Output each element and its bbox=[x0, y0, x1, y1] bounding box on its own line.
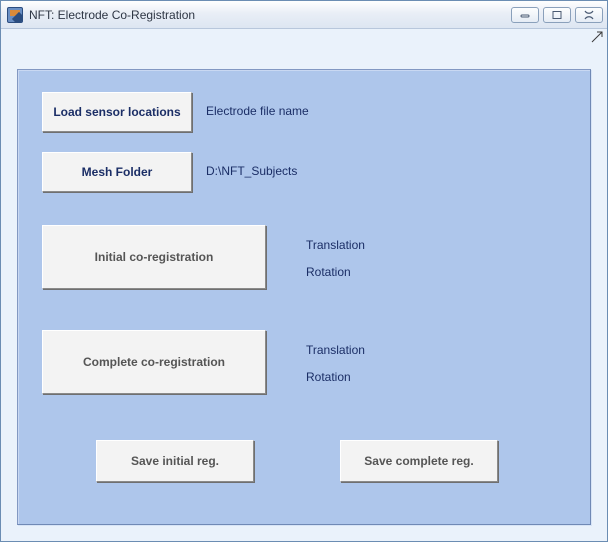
mesh-folder-path: D:\NFT_Subjects bbox=[206, 164, 297, 178]
mesh-folder-button[interactable]: Mesh Folder bbox=[42, 152, 192, 192]
app-window: NFT: Electrode Co-Registration bbox=[0, 0, 608, 542]
minimize-icon bbox=[519, 11, 531, 19]
complete-rotation-label: Rotation bbox=[306, 370, 351, 384]
window-controls bbox=[511, 7, 603, 23]
initial-coregistration-button[interactable]: Initial co-registration bbox=[42, 225, 266, 289]
save-complete-reg-button[interactable]: Save complete reg. bbox=[340, 440, 498, 482]
complete-translation-label: Translation bbox=[306, 343, 365, 357]
close-button[interactable] bbox=[575, 7, 603, 23]
close-icon bbox=[583, 10, 595, 20]
load-sensor-locations-button[interactable]: Load sensor locations bbox=[42, 92, 192, 132]
save-initial-reg-button[interactable]: Save initial reg. bbox=[96, 440, 254, 482]
initial-rotation-label: Rotation bbox=[306, 265, 351, 279]
electrode-file-name-label: Electrode file name bbox=[206, 104, 309, 118]
titlebar: NFT: Electrode Co-Registration bbox=[1, 1, 607, 29]
minimize-button[interactable] bbox=[511, 7, 539, 23]
window-title: NFT: Electrode Co-Registration bbox=[29, 8, 203, 22]
maximize-icon bbox=[551, 10, 563, 20]
matlab-icon bbox=[7, 7, 23, 23]
initial-translation-label: Translation bbox=[306, 238, 365, 252]
main-panel: Load sensor locations Electrode file nam… bbox=[17, 69, 591, 525]
complete-coregistration-button[interactable]: Complete co-registration bbox=[42, 330, 266, 394]
client-area: Load sensor locations Electrode file nam… bbox=[1, 29, 607, 541]
maximize-button[interactable] bbox=[543, 7, 571, 23]
